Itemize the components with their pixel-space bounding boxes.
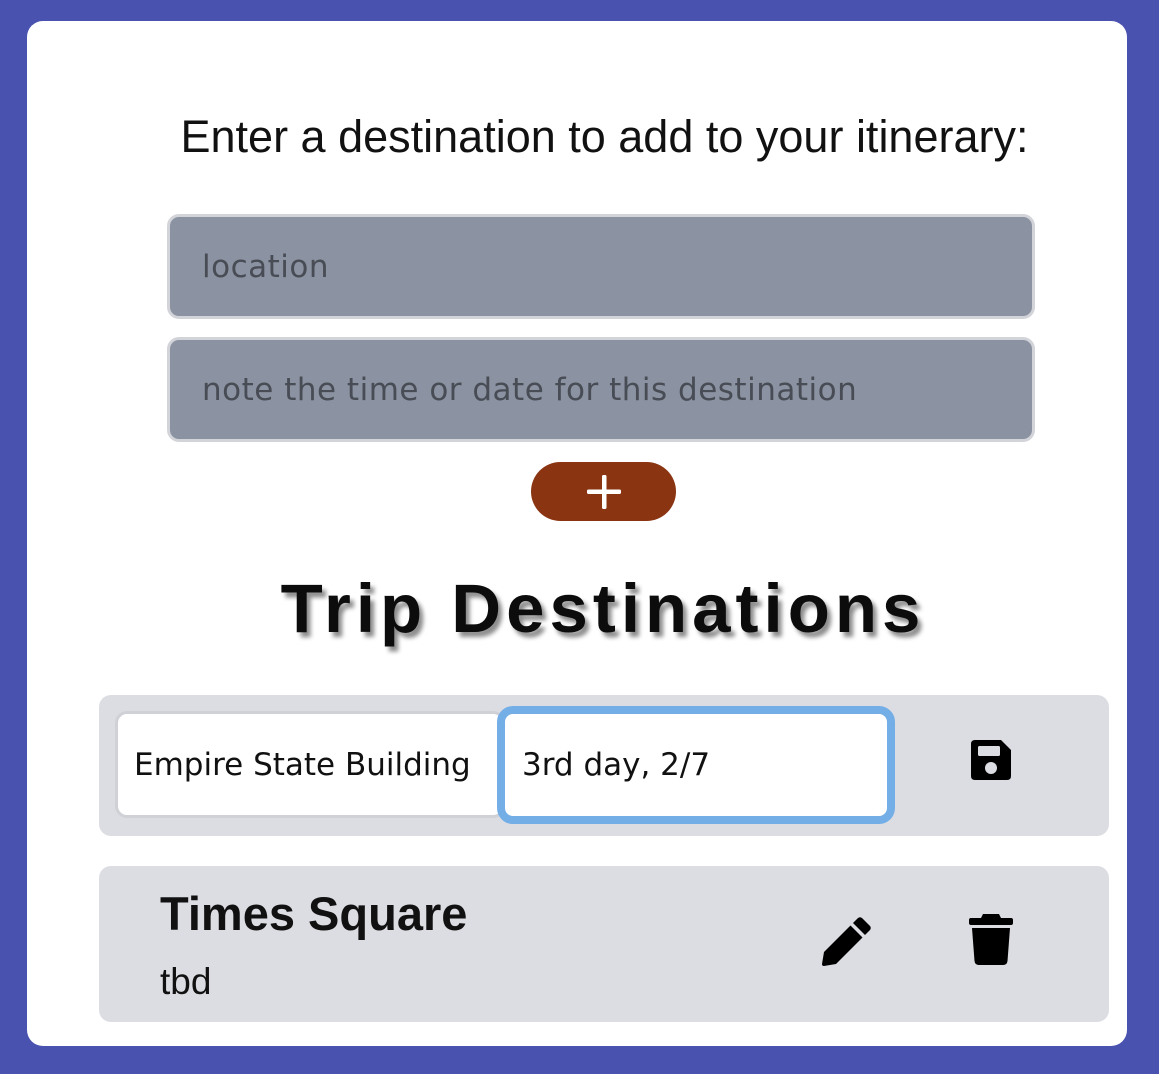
- edit-location-input[interactable]: [115, 711, 505, 818]
- destination-name: Times Square: [160, 887, 468, 940]
- edit-button[interactable]: [821, 915, 873, 967]
- plus-icon: [586, 474, 621, 509]
- destination-note: tbd: [160, 961, 212, 1002]
- save-button[interactable]: [967, 737, 1015, 785]
- edit-note-input[interactable]: [497, 706, 895, 824]
- note-input[interactable]: [167, 337, 1035, 442]
- form-prompt: Enter a destination to add to your itine…: [180, 111, 1029, 162]
- delete-button[interactable]: [969, 913, 1013, 965]
- trash-icon: [969, 914, 1013, 965]
- pencil-icon: [822, 917, 871, 966]
- list-item: Times Square tbd: [99, 866, 1109, 1022]
- floppy-disk-icon: [971, 739, 1011, 780]
- location-input[interactable]: [167, 214, 1035, 319]
- itinerary-card: Enter a destination to add to your itine…: [27, 21, 1127, 1046]
- add-destination-button[interactable]: [531, 462, 676, 521]
- destination-edit-row: [99, 695, 1109, 836]
- trip-destinations-heading: Trip Destinations: [280, 570, 926, 647]
